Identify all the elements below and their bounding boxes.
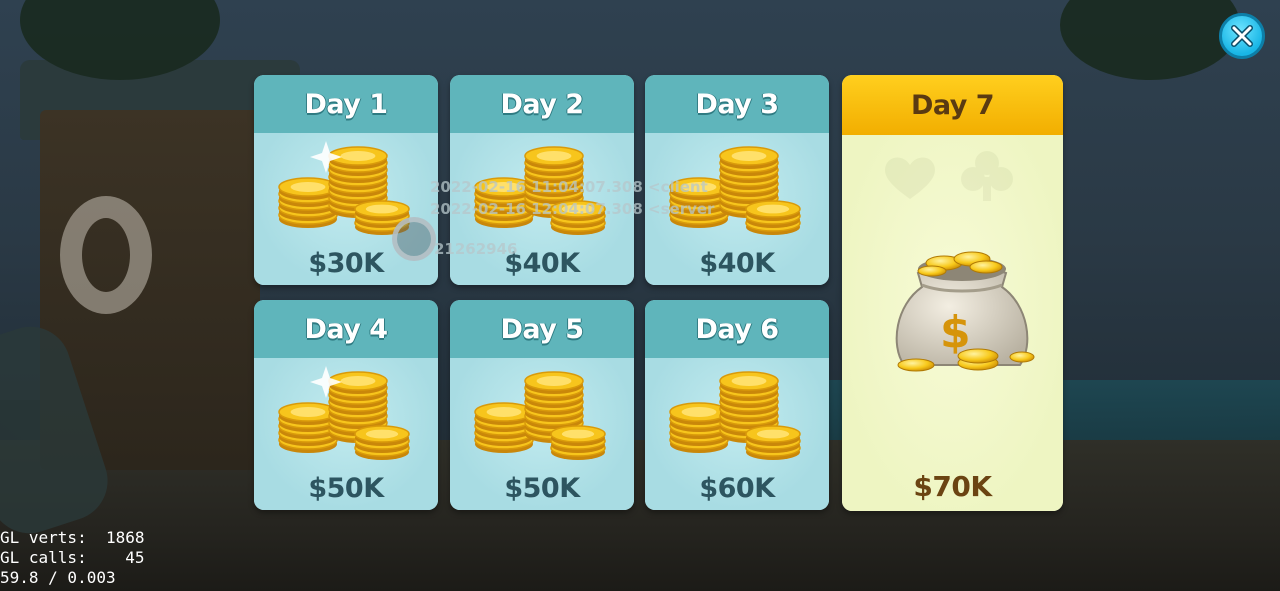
card-body: $50K <box>450 358 634 510</box>
card-body: $50K <box>254 358 438 510</box>
day-label: Day 2 <box>500 88 584 120</box>
close-button[interactable] <box>1219 13 1265 59</box>
card-header: Day 1 <box>254 75 438 133</box>
coin-stack-icon <box>278 366 410 460</box>
reward-card-day-5[interactable]: Day 5 $50K <box>450 300 634 510</box>
card-header: Day 7 <box>842 75 1063 135</box>
touch-indicator <box>392 217 436 261</box>
reward-amount: $40K <box>699 248 775 279</box>
reward-amount: $50K <box>308 473 384 504</box>
coin-stack-icon <box>474 371 606 460</box>
reward-card-day-7[interactable]: Day 7 $ $70K <box>842 75 1063 511</box>
card-body: $30K <box>254 133 438 285</box>
coin-stack-icon <box>669 371 801 460</box>
gl-calls-row: GL calls: 45 <box>0 548 145 568</box>
card-header: Day 6 <box>645 300 829 358</box>
day-label: Day 5 <box>500 313 584 345</box>
money-bag-icon: $ <box>895 251 1035 372</box>
card-header: Day 2 <box>450 75 634 133</box>
heart-icon <box>885 157 935 199</box>
card-header: Day 4 <box>254 300 438 358</box>
client-time-debug: 2022-02-16 11:04:07.308 <client <box>430 178 708 196</box>
reward-amount: $70K <box>913 470 992 503</box>
day-label: Day 6 <box>695 313 779 345</box>
reward-amount: $50K <box>504 473 580 504</box>
reward-amount: $60K <box>699 473 775 504</box>
card-body: $60K <box>645 358 829 510</box>
reward-card-day-6[interactable]: Day 6 $60K <box>645 300 829 510</box>
day-label: Day 4 <box>304 313 388 345</box>
day-label: Day 1 <box>304 88 388 120</box>
close-icon <box>1231 25 1253 47</box>
user-id-debug: 21262946 <box>434 240 518 258</box>
card-header: Day 3 <box>645 75 829 133</box>
gl-verts-row: GL verts: 1868 <box>0 528 145 548</box>
day-label: Day 7 <box>910 89 995 121</box>
fps-readout: 59.8 / 0.003 <box>0 568 116 587</box>
server-time-debug: 2022-02-16 12:04:07.308 <server <box>430 200 715 218</box>
gl-calls-value: 45 <box>125 548 145 567</box>
gl-verts-value: 1868 <box>105 528 145 547</box>
card-body: $ $70K <box>842 135 1063 511</box>
day-label: Day 3 <box>695 88 779 120</box>
card-header: Day 5 <box>450 300 634 358</box>
club-icon <box>961 151 1013 201</box>
reward-card-day-4[interactable]: Day 4 $50K <box>254 300 438 510</box>
gl-verts-label: GL verts: <box>0 528 87 547</box>
life-ring-decoration <box>60 196 152 314</box>
gl-stats-overlay: GL verts: 1868 GL calls: 45 59.8 / 0.003 <box>0 528 145 588</box>
gl-calls-label: GL calls: <box>0 548 87 567</box>
